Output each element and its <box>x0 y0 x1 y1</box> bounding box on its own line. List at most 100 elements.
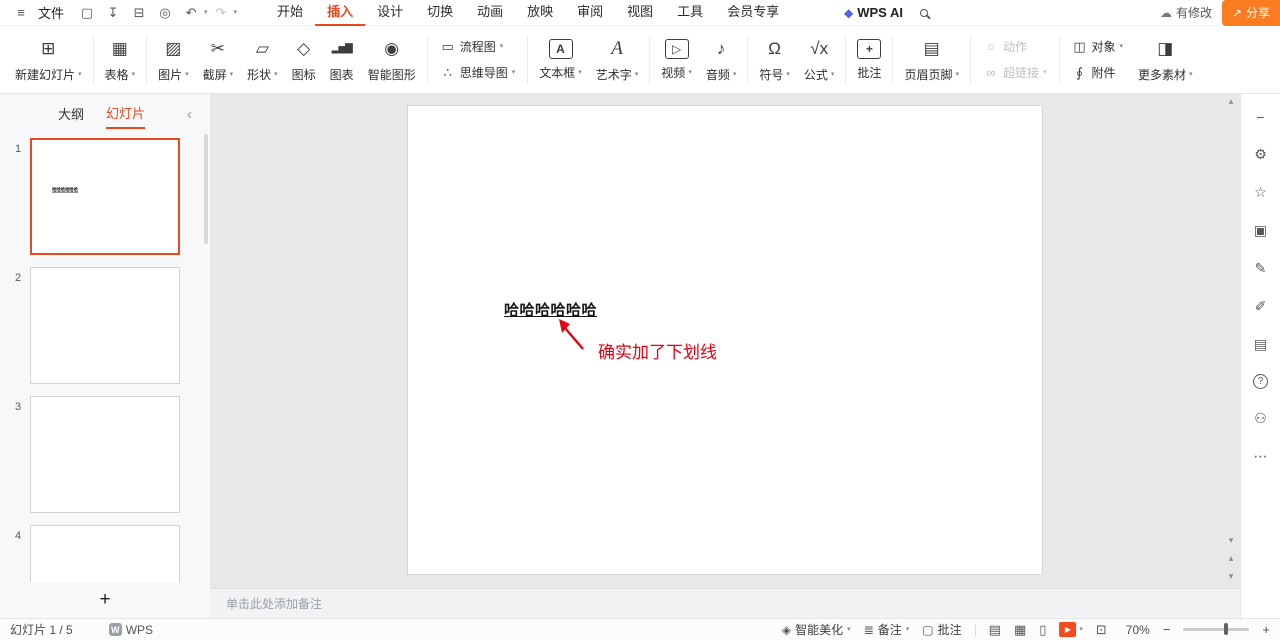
smart-beautify-button[interactable]: ◈ 智能美化 ▾ <box>782 621 851 638</box>
object-button[interactable]: ◫ 对象 ▾ <box>1072 38 1124 55</box>
redo-dropdown-icon[interactable]: ▾ <box>234 9 238 16</box>
collapse-toolbar-icon[interactable]: − <box>1252 108 1270 125</box>
print-icon[interactable]: ⊟ <box>129 3 149 23</box>
tab-view[interactable]: 视图 <box>615 0 665 26</box>
share-label: 分享 <box>1246 4 1270 21</box>
wordart-button[interactable]: A 艺术字▾ <box>589 26 646 93</box>
video-button[interactable]: ▷ 视频▾ <box>654 26 699 93</box>
normal-view-icon[interactable]: ▤ <box>989 622 1001 638</box>
more-assets-button[interactable]: ◨ 更多素材▾ <box>1131 26 1200 93</box>
edit-pen-icon[interactable]: ✎ <box>1252 260 1270 277</box>
notes-button[interactable]: ≣ 备注 ▾ <box>864 621 910 638</box>
wps-badge[interactable]: W WPS <box>109 623 153 637</box>
thumbnail-row: 4 <box>30 525 180 582</box>
panel-scrollbar[interactable] <box>204 134 208 244</box>
format-brush-icon[interactable]: ✐ <box>1252 298 1270 315</box>
contact-icon[interactable]: ⚇ <box>1252 410 1270 427</box>
scroll-up-icon[interactable]: ▴ <box>1229 96 1234 107</box>
picture-button[interactable]: ▨ 图片▾ <box>151 26 196 93</box>
smart-graphic-button[interactable]: ◉ 智能图形 <box>361 26 423 93</box>
shapes-button[interactable]: ▱ 形状▾ <box>240 26 285 93</box>
comments-button[interactable]: ▢ 批注 <box>922 621 961 638</box>
thumbnail-row: 3 <box>30 396 180 513</box>
slide-thumbnail-1[interactable]: 哈哈哈哈哈哈 <box>30 138 180 255</box>
slide-thumbnail-4[interactable] <box>30 525 180 582</box>
tab-insert[interactable]: 插入 <box>315 0 365 26</box>
canvas-scrollbar[interactable]: ▴ ▾ ▴ ▾ <box>1223 96 1239 584</box>
mindmap-button[interactable]: ∴ 思维导图 ▾ <box>440 64 516 81</box>
tab-animation[interactable]: 动画 <box>465 0 515 26</box>
tab-member[interactable]: 会员专享 <box>715 0 791 26</box>
file-menu[interactable]: 文件 <box>38 3 64 22</box>
selection-pane-icon[interactable]: ▣ <box>1252 222 1270 239</box>
wps-ai-button[interactable]: ◆ WPS AI <box>844 5 903 20</box>
attachment-button[interactable]: ∮ 附件 <box>1072 64 1124 81</box>
notes-area[interactable]: 单击此处添加备注 <box>210 588 1240 618</box>
tab-review[interactable]: 审阅 <box>565 0 615 26</box>
share-button[interactable]: ↗ 分享 <box>1222 0 1280 26</box>
more-tools-icon[interactable]: ⋯ <box>1252 448 1270 465</box>
tab-slideshow[interactable]: 放映 <box>515 0 565 26</box>
tab-tools[interactable]: 工具 <box>665 0 715 26</box>
zoom-slider-handle[interactable] <box>1224 623 1228 635</box>
add-slide-button[interactable]: + <box>91 588 119 612</box>
flowchart-button[interactable]: ▭ 流程图 ▾ <box>440 38 516 55</box>
screenshot-button[interactable]: ✂ 截屏▾ <box>196 26 241 93</box>
zoom-level[interactable]: 70% <box>1120 623 1150 637</box>
settings-icon[interactable]: ⚙ <box>1252 146 1270 163</box>
wordart-icon: A <box>605 37 629 61</box>
label: 图标 <box>292 66 316 83</box>
slide-sorter-view-icon[interactable]: ▦ <box>1014 622 1026 638</box>
chevron-down-icon: ▾ <box>512 69 516 76</box>
current-slide[interactable]: 哈哈哈哈哈哈 确实加了下划线 <box>407 105 1043 575</box>
favorites-star-icon[interactable]: ☆ <box>1252 184 1270 201</box>
help-icon[interactable]: ? <box>1253 374 1268 389</box>
zoom-slider[interactable] <box>1183 628 1249 631</box>
search-icon[interactable] <box>913 2 935 24</box>
action-button[interactable]: ○ 动作 <box>983 38 1047 55</box>
reading-mode-icon[interactable]: ▤ <box>1252 336 1270 353</box>
audio-button[interactable]: ♪ 音频▾ <box>699 26 744 93</box>
hyperlink-icon: ∞ <box>983 65 999 81</box>
header-footer-button[interactable]: ▤ 页眉页脚▾ <box>897 26 966 93</box>
slides-tab[interactable]: 幻灯片 <box>106 103 145 129</box>
textbox-button[interactable]: A 文本框▾ <box>532 26 589 93</box>
label: 视频 <box>661 64 685 81</box>
zoom-out-icon[interactable]: − <box>1163 622 1171 637</box>
preview-icon[interactable]: ◎ <box>155 3 175 23</box>
tab-transition[interactable]: 切换 <box>415 0 465 26</box>
insert-comment-button[interactable]: + 批注 <box>850 26 888 93</box>
slide-thumbnail-3[interactable] <box>30 396 180 513</box>
scroll-down-icon[interactable]: ▾ <box>1229 535 1234 546</box>
chart-button[interactable]: ▂▅▇ 图表 <box>323 26 361 93</box>
symbol-button[interactable]: Ω 符号▾ <box>752 26 797 93</box>
fit-to-window-icon[interactable]: ⊡ <box>1096 622 1107 638</box>
hamburger-menu-icon[interactable]: ≡ <box>11 3 31 23</box>
tab-design[interactable]: 设计 <box>365 0 415 26</box>
reading-view-icon[interactable]: ▯ <box>1039 622 1046 638</box>
table-button[interactable]: ▦ 表格▾ <box>98 26 143 93</box>
export-icon[interactable]: ↧ <box>103 3 123 23</box>
play-options-icon[interactable]: ▾ <box>1079 626 1083 633</box>
formula-button[interactable]: √x 公式▾ <box>797 26 842 93</box>
tab-home[interactable]: 开始 <box>265 0 315 26</box>
icon-library-button[interactable]: ◇ 图标 <box>285 26 323 93</box>
zoom-in-icon[interactable]: + <box>1262 622 1270 637</box>
modified-status[interactable]: ☁ 有修改 <box>1160 4 1212 21</box>
hyperlink-button[interactable]: ∞ 超链接 ▾ <box>983 64 1047 81</box>
next-slide-icon[interactable]: ▾ <box>1229 571 1234 582</box>
audio-icon: ♪ <box>709 37 733 61</box>
undo-icon[interactable]: ↶ <box>181 3 201 23</box>
previous-slide-icon[interactable]: ▴ <box>1229 553 1234 564</box>
play-slideshow-button[interactable]: ▶ <box>1059 622 1076 637</box>
new-slide-button[interactable]: ⊞ 新建幻灯片▾ <box>8 26 89 93</box>
undo-dropdown-icon[interactable]: ▾ <box>204 9 208 16</box>
slide-text[interactable]: 哈哈哈哈哈哈 <box>504 299 597 320</box>
outline-tab[interactable]: 大纲 <box>58 104 84 128</box>
titlebar-right: ◆ WPS AI ☁ 有修改 ↗ 分享 <box>844 0 1280 26</box>
save-icon[interactable]: ▢ <box>77 3 97 23</box>
redo-icon[interactable]: ↷ <box>211 3 231 23</box>
slide-thumbnail-2[interactable] <box>30 267 180 384</box>
notes-label: 备注 <box>878 621 902 638</box>
collapse-panel-icon[interactable]: ‹ <box>187 106 192 123</box>
